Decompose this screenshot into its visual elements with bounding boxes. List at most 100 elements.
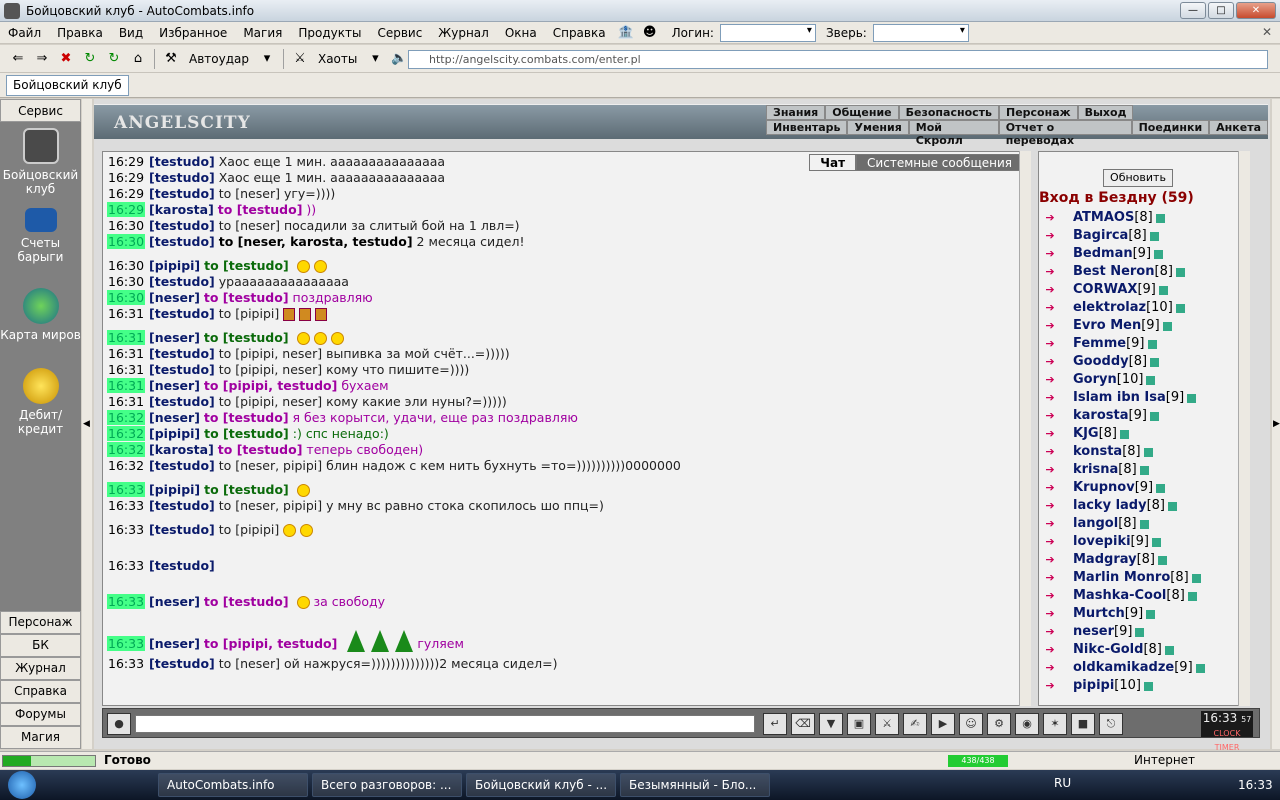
user-info-icon[interactable]	[1120, 429, 1130, 439]
nav-knowledge[interactable]: Знания	[766, 105, 826, 120]
user-info-icon[interactable]	[1187, 591, 1197, 601]
chat-recipients[interactable]: to [testudo]	[204, 410, 289, 425]
private-message-icon[interactable]: ➔	[1039, 425, 1061, 443]
save-icon[interactable]: ▣	[847, 713, 871, 735]
private-message-icon[interactable]: ➔	[1039, 551, 1061, 569]
chat-recipients[interactable]: to [neser, karosta, testudo]	[219, 234, 413, 249]
tab-chat[interactable]: Чат	[809, 154, 857, 171]
task-conversations[interactable]: Всего разговоров: ...	[312, 773, 462, 797]
user-name[interactable]: langol	[1073, 515, 1118, 533]
user-name[interactable]: Gooddy	[1073, 353, 1129, 371]
user-name[interactable]: CORWAX	[1073, 281, 1137, 299]
autostrike-button[interactable]: Автоудар	[183, 52, 255, 66]
user-info-icon[interactable]	[1191, 573, 1201, 583]
chat-nick[interactable]: [testudo]	[149, 306, 215, 321]
private-message-icon[interactable]: ➔	[1039, 641, 1061, 659]
sidebar-item-fight-club[interactable]: Бойцовский клуб	[0, 122, 81, 202]
sidebar-bottom-character[interactable]: Персонаж	[0, 611, 81, 634]
store-icon[interactable]: 🏦	[616, 23, 636, 43]
private-message-icon[interactable]: ➔	[1039, 515, 1061, 533]
chat-time[interactable]: 16:30	[107, 234, 146, 249]
user-name[interactable]: Evro Men	[1073, 317, 1141, 335]
chat-time[interactable]: 16:31	[107, 330, 146, 345]
chat-time[interactable]: 16:29	[107, 154, 145, 169]
nav-inventory[interactable]: Инвентарь	[766, 120, 848, 135]
user-info-icon[interactable]	[1143, 681, 1153, 691]
user-info-icon[interactable]	[1156, 483, 1166, 493]
chat-recipients[interactable]: to [testudo]	[204, 594, 289, 609]
home-icon[interactable]: ⌂	[128, 49, 148, 69]
task-notepad[interactable]: Безымянный - Бло...	[620, 773, 770, 797]
private-message-icon[interactable]: ➔	[1039, 461, 1061, 479]
user-info-icon[interactable]	[1154, 249, 1164, 259]
user-name[interactable]: Marlin Monro	[1073, 569, 1170, 587]
exit-icon[interactable]: ⎋	[1099, 713, 1123, 735]
private-message-icon[interactable]: ➔	[1039, 299, 1061, 317]
user-info-icon[interactable]	[1175, 267, 1185, 277]
user-info-icon[interactable]	[1195, 663, 1205, 673]
sidebar-item-world-map[interactable]: Карта миров	[0, 282, 81, 362]
menu-windows[interactable]: Окна	[497, 26, 545, 40]
task-fight-club[interactable]: Бойцовский клуб - ...	[466, 773, 616, 797]
user-name[interactable]: pipipi	[1073, 677, 1114, 695]
chat-input[interactable]	[135, 715, 755, 733]
chat-time[interactable]: 16:30	[107, 274, 145, 289]
user-info-icon[interactable]	[1168, 501, 1178, 511]
user-name[interactable]: Goryn	[1073, 371, 1117, 389]
private-message-icon[interactable]: ➔	[1039, 479, 1061, 497]
menu-service[interactable]: Сервис	[369, 26, 430, 40]
user-info-icon[interactable]	[1155, 213, 1165, 223]
private-message-icon[interactable]: ➔	[1039, 407, 1061, 425]
login-combo[interactable]	[719, 23, 816, 42]
private-message-icon[interactable]: ➔	[1039, 443, 1061, 461]
chat-recipients[interactable]: to [pipipi, testudo]	[204, 378, 337, 393]
chat-time[interactable]: 16:29	[107, 186, 145, 201]
fight-icon[interactable]: ⚔	[875, 713, 899, 735]
chat-nick[interactable]: [neser]	[149, 330, 200, 345]
private-message-icon[interactable]: ➔	[1039, 605, 1061, 623]
nav-profile[interactable]: Анкета	[1209, 120, 1268, 135]
chat-nick[interactable]: [neser]	[149, 290, 200, 305]
chat-time[interactable]: 16:29	[107, 170, 145, 185]
chat-nick[interactable]: [neser]	[149, 378, 200, 393]
chat-nick[interactable]: [testudo]	[149, 218, 215, 233]
sound-icon[interactable]: 🔈	[389, 49, 409, 69]
stop-icon[interactable]: ✖	[56, 49, 76, 69]
chat-time[interactable]: 16:32	[107, 426, 146, 441]
chat-recipients[interactable]: to [testudo]	[204, 330, 289, 345]
nav-exit[interactable]: Выход	[1077, 105, 1134, 120]
chat-recipients[interactable]: to [pipipi, testudo]	[204, 636, 337, 651]
private-message-icon[interactable]: ➔	[1039, 587, 1061, 605]
chat-time[interactable]: 16:31	[107, 362, 145, 377]
window-titlebar[interactable]: Бойцовский клуб - AutoCombats.info — □ ✕	[0, 0, 1280, 22]
chat-nick[interactable]: [testudo]	[149, 170, 215, 185]
chat-nick[interactable]: [testudo]	[149, 498, 215, 513]
smiley-icon[interactable]: ☺	[959, 713, 983, 735]
chat-time[interactable]: 16:30	[107, 218, 145, 233]
chat-time[interactable]: 16:33	[107, 636, 146, 651]
user-info-icon[interactable]	[1158, 555, 1167, 565]
magic-icon[interactable]: ✶	[1043, 713, 1067, 735]
chat-recipients[interactable]: to [testudo]	[204, 482, 289, 497]
chat-recipients[interactable]: to [testudo]	[218, 442, 303, 457]
menu-products[interactable]: Продукты	[290, 26, 369, 40]
sidebar-bottom-journal[interactable]: Журнал	[0, 657, 81, 680]
user-name[interactable]: karosta	[1073, 407, 1129, 425]
chat-recipients[interactable]: to [testudo]	[204, 426, 289, 441]
menu-file[interactable]: Файл	[0, 26, 49, 40]
chat-nick[interactable]: [testudo]	[149, 394, 215, 409]
user-name[interactable]: Madgray	[1073, 551, 1137, 569]
forward-icon[interactable]: ⇒	[32, 49, 52, 69]
chat-time[interactable]: 16:31	[107, 394, 145, 409]
user-info-icon[interactable]	[1135, 627, 1145, 637]
sidebar-bottom-magic[interactable]: Магия	[0, 726, 81, 749]
user-info-icon[interactable]	[1147, 339, 1157, 349]
user-name[interactable]: lacky lady	[1073, 497, 1147, 515]
user-info-icon[interactable]	[1139, 519, 1149, 529]
user-name[interactable]: Krupnov	[1073, 479, 1135, 497]
sidebar-bottom-bk[interactable]: БК	[0, 634, 81, 657]
user-name[interactable]: konsta	[1073, 443, 1122, 461]
user-info-icon[interactable]	[1149, 231, 1159, 241]
chat-nick[interactable]: [testudo]	[149, 274, 215, 289]
maximize-button[interactable]: □	[1208, 2, 1234, 19]
